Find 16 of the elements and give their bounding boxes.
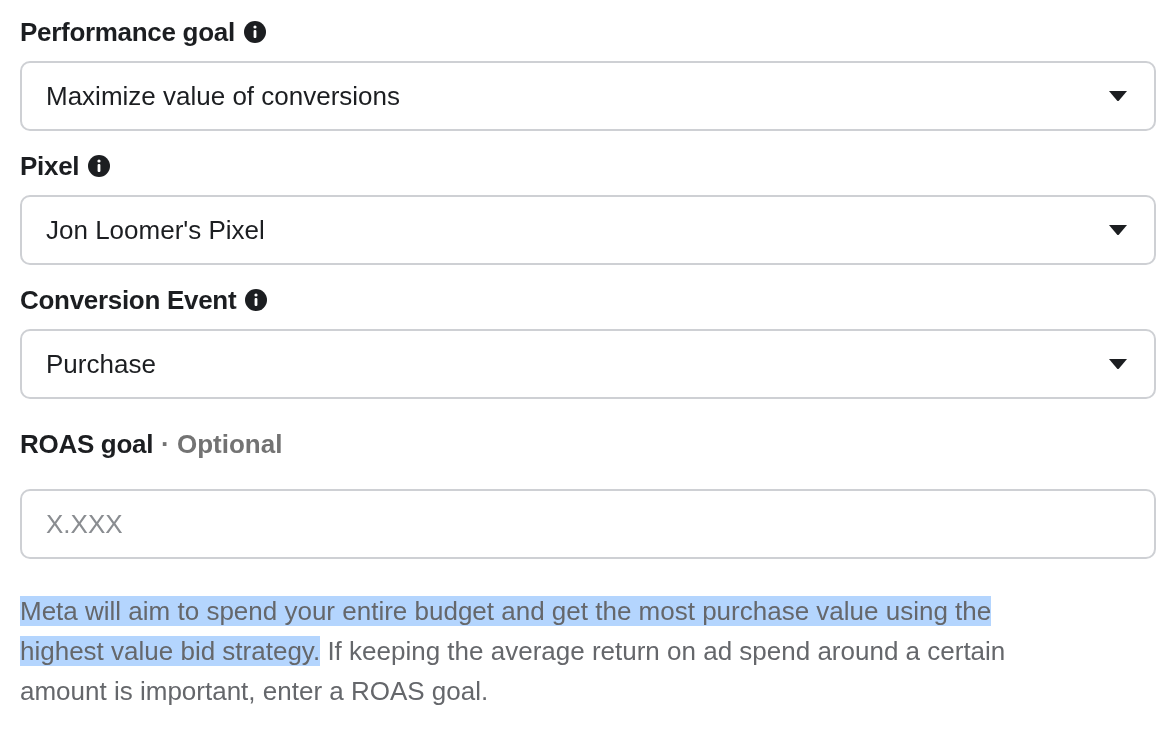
dropdown-select[interactable]: Jon Loomer's Pixel [20, 195, 1156, 265]
dropdown-select[interactable]: Maximize value of conversions [20, 61, 1156, 131]
input-field[interactable]: X.XXX [20, 489, 1156, 559]
optional-label: · Optional [161, 427, 283, 461]
field-label: ROAS goal [20, 427, 154, 461]
dropdown-select[interactable]: Purchase [20, 329, 1156, 399]
info-icon[interactable] [242, 20, 267, 44]
field-label: Conversion Event [20, 283, 237, 317]
help-text: Meta will aim to spend your entire budget and get the most purchase value using the highest value bid strategy. If keeping the average return on ad spend around a certain amount is important, enter a ROAS goal. [20, 595, 1007, 708]
field-label: Pixel [20, 149, 80, 183]
caret-icon [1108, 224, 1128, 236]
info-icon[interactable] [244, 288, 269, 312]
caret-icon [1108, 90, 1128, 102]
field-label: Performance goal [20, 15, 235, 49]
info-icon[interactable] [87, 154, 112, 178]
caret-icon [1108, 358, 1128, 370]
